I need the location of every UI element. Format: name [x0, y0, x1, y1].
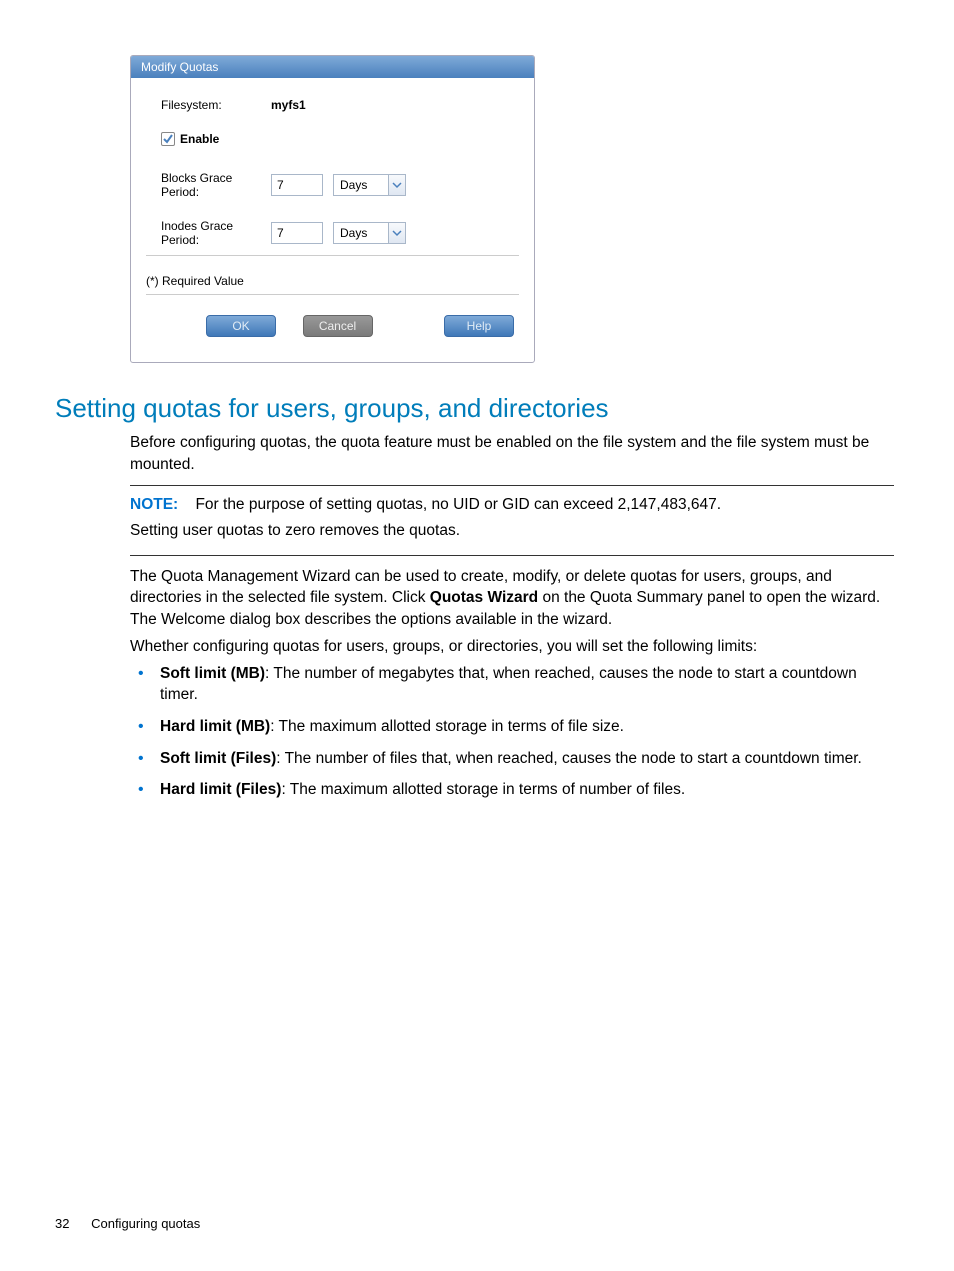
- note-label: NOTE:: [130, 496, 178, 513]
- modify-quotas-dialog: Modify Quotas Filesystem: myfs1 Enable B…: [130, 55, 535, 363]
- note-line1: For the purpose of setting quotas, no UI…: [195, 496, 721, 513]
- enable-checkbox[interactable]: [161, 132, 175, 146]
- blocks-unit-value: Days: [333, 174, 388, 196]
- inodes-unit-dropdown[interactable]: [388, 222, 406, 244]
- intro-paragraph: Before configuring quotas, the quota fea…: [130, 432, 894, 475]
- page-number: 32: [55, 1216, 69, 1231]
- ok-button[interactable]: OK: [206, 315, 276, 337]
- limits-intro: Whether configuring quotas for users, gr…: [130, 636, 894, 658]
- dialog-title: Modify Quotas: [131, 56, 534, 78]
- footer-section: Configuring quotas: [91, 1216, 200, 1231]
- blocks-grace-label: Blocks Grace Period:: [146, 171, 271, 199]
- required-note: (*) Required Value: [146, 256, 519, 295]
- list-item: Soft limit (Files): The number of files …: [130, 748, 894, 770]
- note-line2: Setting user quotas to zero removes the …: [130, 520, 894, 542]
- chevron-down-icon: [392, 180, 402, 190]
- help-button[interactable]: Help: [444, 315, 514, 337]
- enable-label: Enable: [180, 132, 219, 146]
- note-block: NOTE: For the purpose of setting quotas,…: [130, 485, 894, 555]
- list-item: Hard limit (MB): The maximum allotted st…: [130, 716, 894, 738]
- inodes-unit-value: Days: [333, 222, 388, 244]
- checkmark-icon: [163, 134, 173, 144]
- list-item: Soft limit (MB): The number of megabytes…: [130, 663, 894, 706]
- blocks-grace-input[interactable]: [271, 174, 323, 196]
- page-footer: 32 Configuring quotas: [55, 1216, 200, 1231]
- chevron-down-icon: [392, 228, 402, 238]
- section-heading: Setting quotas for users, groups, and di…: [55, 393, 894, 424]
- inodes-grace-input[interactable]: [271, 222, 323, 244]
- limits-list: Soft limit (MB): The number of megabytes…: [130, 663, 894, 801]
- cancel-button[interactable]: Cancel: [303, 315, 373, 337]
- filesystem-label: Filesystem:: [146, 98, 271, 112]
- list-item: Hard limit (Files): The maximum allotted…: [130, 779, 894, 801]
- para1-bold: Quotas Wizard: [430, 589, 538, 606]
- inodes-grace-label: Inodes Grace Period:: [146, 219, 271, 247]
- filesystem-value: myfs1: [271, 98, 306, 112]
- blocks-unit-dropdown[interactable]: [388, 174, 406, 196]
- wizard-paragraph: The Quota Management Wizard can be used …: [130, 566, 894, 631]
